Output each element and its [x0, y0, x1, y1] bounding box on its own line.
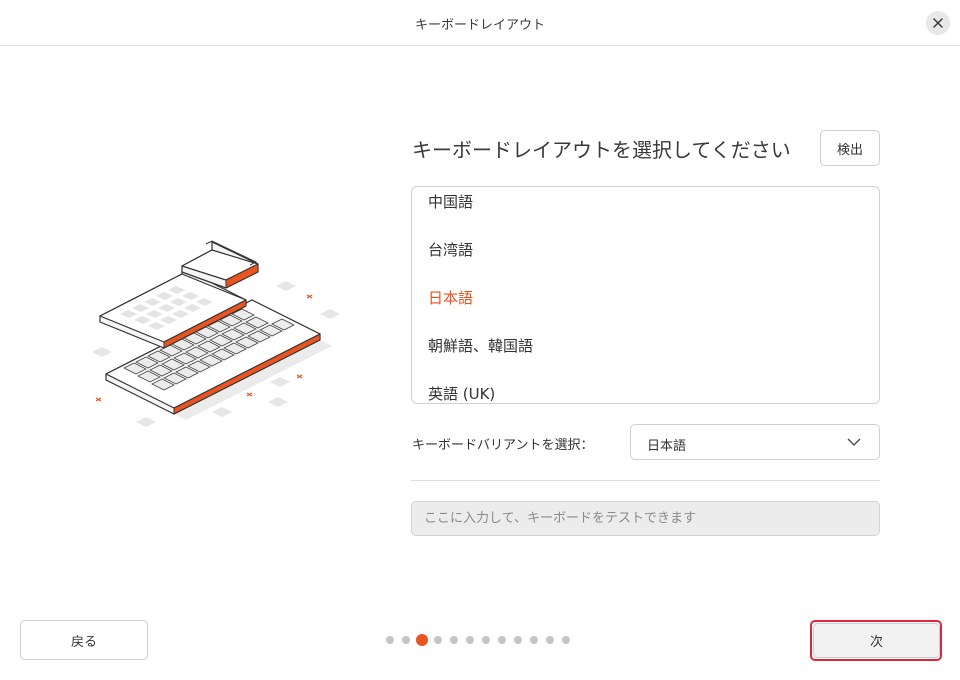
- close-button[interactable]: [926, 11, 950, 35]
- floor-tile: [320, 309, 340, 319]
- floor-tile: [136, 417, 156, 427]
- step-dot: [482, 636, 490, 644]
- variant-label: キーボードバリアントを選択：: [412, 438, 594, 453]
- list-item-korean[interactable]: 朝鮮語、韓国語: [428, 335, 533, 356]
- next-button[interactable]: 次: [813, 623, 940, 658]
- floor-tile: [270, 377, 290, 387]
- list-item-chinese[interactable]: 中国語: [428, 191, 473, 212]
- step-dot: [466, 636, 474, 644]
- keyboard-test-input[interactable]: [411, 501, 880, 536]
- detect-button[interactable]: 検出: [820, 130, 880, 166]
- step-dot: [434, 636, 442, 644]
- page-heading: キーボードレイアウトを選択してください: [412, 138, 791, 162]
- variant-value: 日本語: [647, 439, 687, 454]
- step-dot: [546, 636, 554, 644]
- layout-list[interactable]: 中国語 台湾語 日本語 朝鮮語、韓国語 英語 (UK): [411, 186, 880, 404]
- floor-tile: [212, 407, 232, 417]
- back-button[interactable]: 戻る: [20, 620, 148, 660]
- list-item-taiwanese[interactable]: 台湾語: [428, 239, 473, 260]
- chevron-down-icon: [847, 438, 861, 446]
- floor-tile: [276, 281, 296, 291]
- step-dot: [562, 636, 570, 644]
- keyboard-illustration: [92, 240, 340, 427]
- divider: [411, 480, 880, 481]
- list-item-japanese[interactable]: 日本語: [428, 287, 473, 308]
- list-item-english-uk[interactable]: 英語 (UK): [428, 383, 495, 403]
- step-dot: [514, 636, 522, 644]
- floor-tile: [92, 347, 112, 357]
- step-dot: [386, 636, 394, 644]
- variant-dropdown[interactable]: 日本語: [630, 424, 880, 460]
- step-dot: [498, 636, 506, 644]
- floor-tile: [268, 397, 288, 407]
- title-bar: キーボードレイアウト: [0, 0, 960, 46]
- window-title: キーボードレイアウト: [414, 18, 545, 33]
- step-dot: [450, 636, 458, 644]
- step-indicator: [386, 632, 578, 648]
- close-icon: [933, 18, 943, 28]
- step-dot: [530, 636, 538, 644]
- step-dot: [402, 636, 410, 644]
- step-dot-active: [416, 634, 428, 646]
